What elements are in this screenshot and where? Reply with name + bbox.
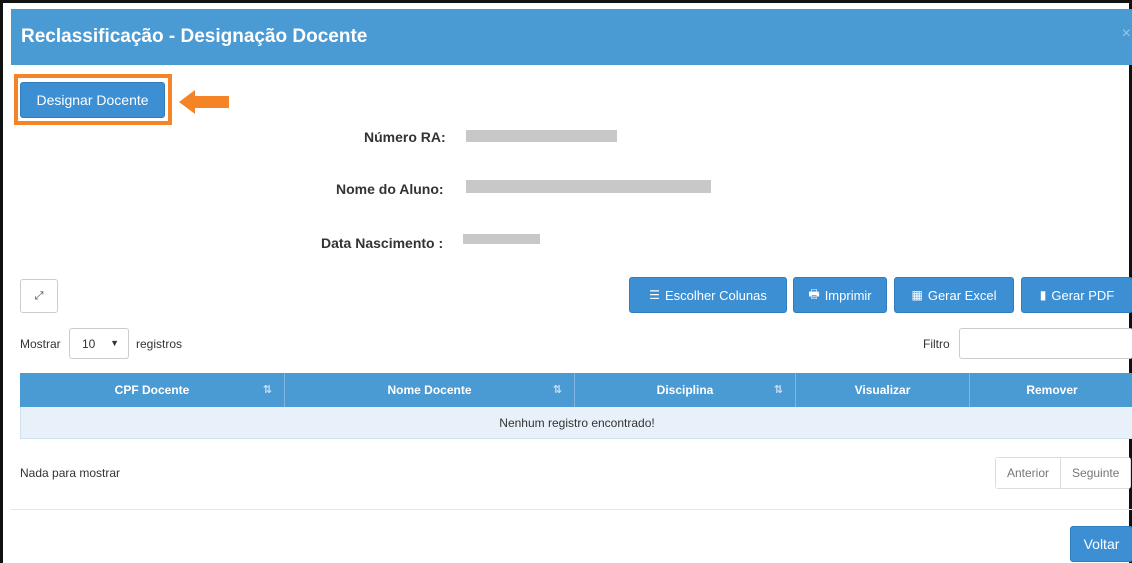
modal-title: Reclassificação - Designação Docente (21, 26, 368, 47)
data-nascimento-label: Data Nascimento : (321, 235, 444, 251)
pagination: Anterior Seguinte (995, 457, 1132, 489)
col-cpf-docente[interactable]: CPF Docente ⇅ (20, 373, 285, 407)
nome-aluno-value-redacted (466, 180, 711, 193)
col-visualizar-label: Visualizar (854, 383, 911, 397)
ra-value-redacted (466, 130, 617, 142)
col-disciplina-label: Disciplina (656, 383, 714, 397)
expand-icon: ⤢ (34, 289, 44, 302)
filtro-label: Filtro (923, 337, 950, 351)
sort-icon: ⇅ (552, 384, 562, 396)
col-remover-label: Remover (1026, 383, 1078, 397)
caret-down-icon: ▼ (110, 338, 119, 348)
gerar-pdf-button[interactable]: ▮ Gerar PDF (1021, 277, 1132, 313)
col-remover: Remover (970, 373, 1132, 407)
gerar-excel-label: Gerar Excel (927, 287, 997, 303)
col-disciplina[interactable]: Disciplina ⇅ (575, 373, 796, 407)
modal-frame: Reclassificação - Designação Docente × D… (0, 0, 1132, 563)
registros-label: registros (136, 337, 183, 351)
data-nascimento-value-redacted (463, 234, 540, 244)
table-header: CPF Docente ⇅ Nome Docente ⇅ Disciplina … (20, 373, 1132, 407)
sort-icon: ⇅ (262, 384, 272, 396)
voltar-button[interactable]: Voltar (1070, 526, 1132, 562)
col-nome-docente-label: Nome Docente (387, 383, 472, 397)
footer-divider (11, 509, 1132, 510)
imprimir-button[interactable]: 🖶 Imprimir (793, 277, 887, 313)
gerar-pdf-label: Gerar PDF (1051, 287, 1115, 303)
page-size-value: 10 (82, 336, 96, 351)
escolher-colunas-label: Escolher Colunas (664, 287, 767, 303)
col-visualizar: Visualizar (796, 373, 970, 407)
close-icon[interactable]: × (1122, 25, 1131, 43)
print-icon: 🖶 (808, 286, 820, 301)
next-page-button[interactable]: Seguinte (1061, 458, 1131, 488)
ra-label: Número RA: (364, 129, 446, 145)
prev-page-button[interactable]: Anterior (996, 458, 1062, 488)
file-icon: ▮ (1039, 288, 1047, 302)
table-icon: ▦ (911, 288, 923, 302)
arrow-left-icon (179, 90, 229, 114)
page-size-select[interactable]: 10 ▼ (69, 328, 129, 359)
col-cpf-docente-label: CPF Docente (114, 383, 190, 397)
gerar-excel-button[interactable]: ▦ Gerar Excel (894, 277, 1014, 313)
docentes-table: CPF Docente ⇅ Nome Docente ⇅ Disciplina … (20, 373, 1132, 439)
nome-aluno-label: Nome do Aluno: (336, 181, 444, 197)
designar-docente-button[interactable]: Designar Docente (20, 82, 165, 118)
expand-button[interactable]: ⤢ (20, 279, 58, 313)
empty-row: Nenhum registro encontrado! (20, 407, 1132, 439)
imprimir-label: Imprimir (824, 287, 872, 303)
mostrar-label: Mostrar (20, 337, 61, 351)
filtro-input[interactable] (959, 328, 1132, 359)
escolher-colunas-button[interactable]: ☰ Escolher Colunas (629, 277, 787, 313)
list-icon: ☰ (649, 288, 660, 302)
col-nome-docente[interactable]: Nome Docente ⇅ (285, 373, 575, 407)
modal-header: Reclassificação - Designação Docente × (11, 9, 1132, 65)
table-info: Nada para mostrar (20, 466, 121, 480)
sort-icon: ⇅ (773, 384, 783, 396)
